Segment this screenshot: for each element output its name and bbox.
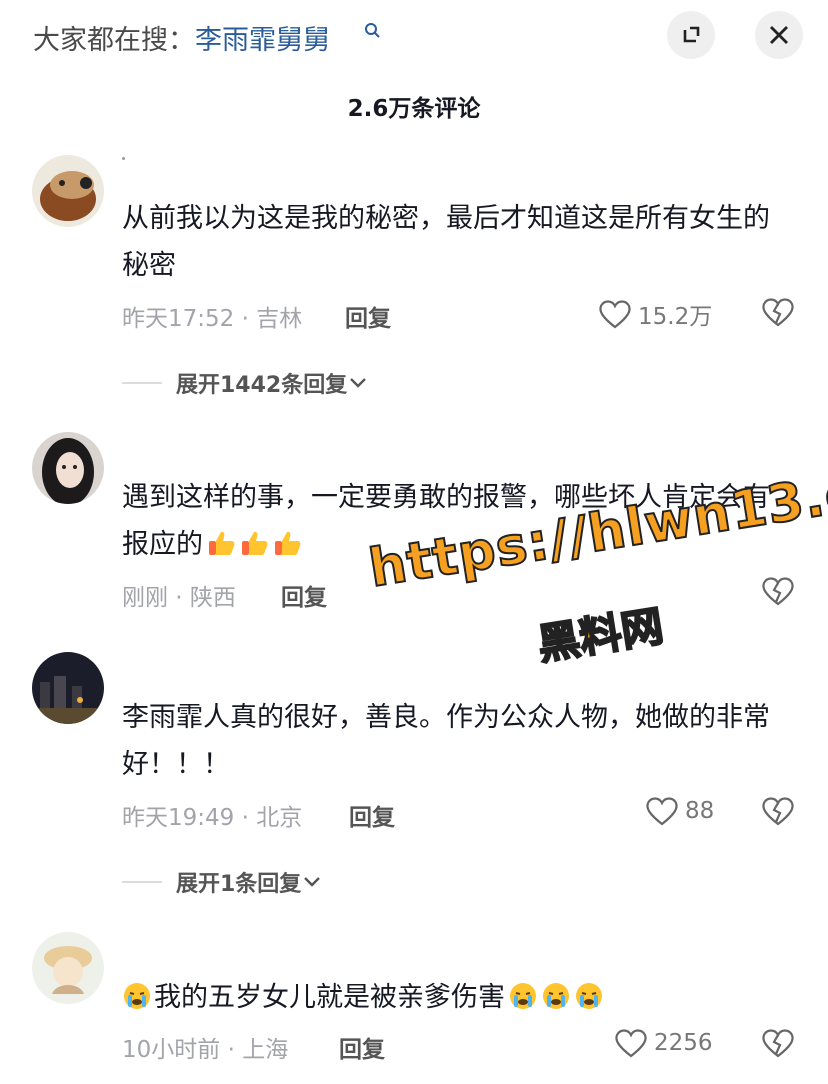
comment-meta: 昨天19:49 · 北京 [122,805,303,831]
chevron-down-icon [304,877,321,887]
top-search-bar: 大家都在搜：李雨霏舅舅 [0,0,828,72]
comment-text-content: 我的五岁女儿就是被亲爹伤害 [154,982,505,1013]
like-button[interactable]: 88 [645,796,714,826]
reply-button[interactable]: 回复 [349,798,395,832]
comment-text: 从前我以为这是我的秘密，最后才知道这是所有女生的秘密 [122,203,770,281]
crying-face-icon [576,983,602,1009]
thumbs-up-icon [275,531,301,555]
close-button[interactable] [755,11,803,59]
like-count: 15.2万 [638,304,713,330]
search-suggestion[interactable]: 大家都在搜：李雨霏舅舅 [33,18,330,57]
like-count: 2256 [654,1030,713,1056]
comment-text: 我的五岁女儿就是被亲爹伤害 [122,974,792,1021]
like-button[interactable]: 15.2万 [598,297,712,331]
expand-replies-button[interactable]: 展开1条回复 [122,866,323,898]
expand-icon [683,26,700,43]
reply-button[interactable]: 回复 [339,1030,385,1064]
reply-button[interactable]: 回复 [345,299,391,333]
comment-meta: 刚刚 · 陕西 [122,585,236,611]
search-icon [365,23,380,38]
broken-heart-icon[interactable] [761,576,795,606]
broken-heart-icon[interactable] [761,796,795,826]
expand-replies-label: 展开1条回复 [176,872,302,897]
broken-heart-icon[interactable] [761,297,795,327]
comment-meta: 10小时前 · 上海 [122,1037,289,1063]
expand-replies-label: 展开1442条回复 [176,373,348,398]
like-button[interactable]: 2256 [614,1028,713,1058]
expand-button[interactable] [667,11,715,59]
watermark-site-name: 黑料网 [533,600,667,670]
crying-face-icon [124,983,150,1009]
comment-count-title: 2.6万条评论 [347,96,481,122]
comment-text: 李雨霏人真的很好，善良。作为公众人物，她做的非常好！！！ [122,702,770,780]
avatar[interactable] [32,652,104,724]
heart-icon [599,300,631,329]
heart-icon [646,797,678,826]
crying-face-icon [510,983,536,1009]
expand-replies-button[interactable]: 展开1442条回复 [122,367,369,399]
thumbs-up-icon [209,531,235,555]
avatar[interactable] [32,432,104,504]
crying-face-icon [543,983,569,1009]
reply-button[interactable]: 回复 [281,578,327,612]
avatar[interactable] [32,155,104,227]
close-icon [770,26,788,44]
comment-meta: 昨天17:52 · 吉林 [122,306,303,332]
avatar[interactable] [32,932,104,1004]
search-term-link[interactable]: 李雨霏舅舅 [195,25,330,56]
chevron-down-icon [350,378,367,388]
heart-icon [615,1029,647,1058]
thumbs-up-icon [242,531,268,555]
like-count: 88 [685,798,715,824]
broken-heart-icon[interactable] [761,1028,795,1058]
search-prefix-label: 大家都在搜： [33,25,195,56]
